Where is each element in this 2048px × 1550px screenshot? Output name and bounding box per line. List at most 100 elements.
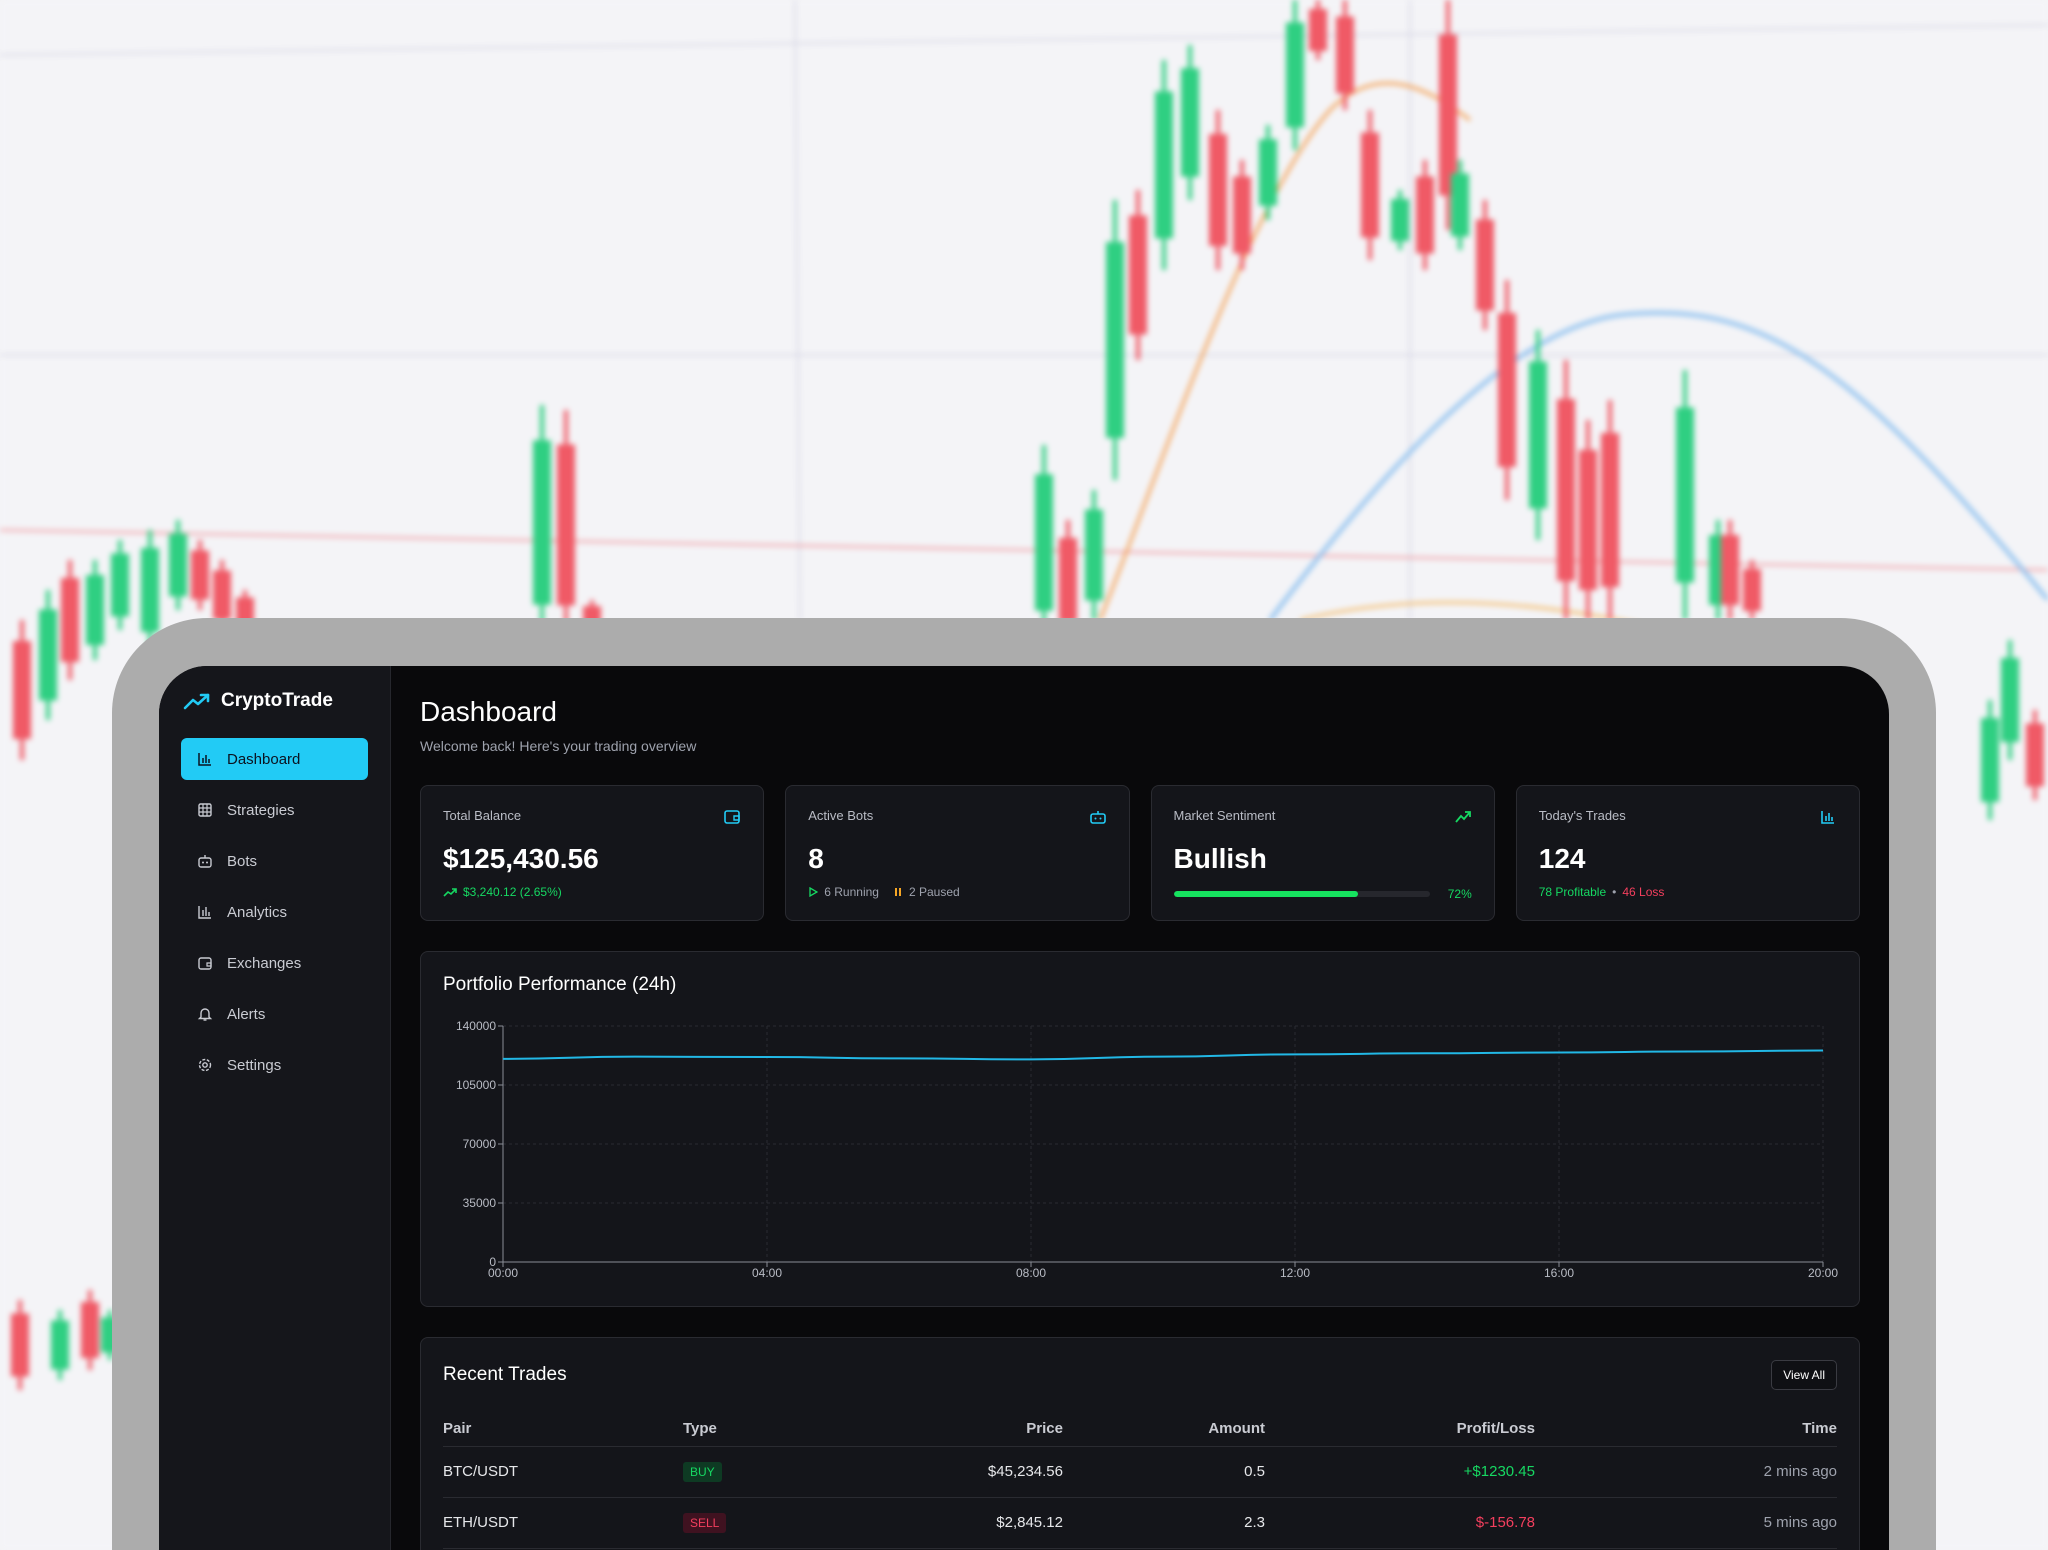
wallet-icon bbox=[724, 810, 741, 824]
trade-price: $45,234.56 bbox=[833, 1446, 1063, 1498]
bots-paused: 2 Paused bbox=[908, 885, 960, 899]
column-header-profit-loss[interactable]: Profit/Loss bbox=[1265, 1412, 1535, 1447]
background-candle-body bbox=[11, 1313, 29, 1377]
background-candle-body bbox=[1059, 538, 1077, 622]
background-candle-body bbox=[1209, 134, 1227, 246]
trade-amount: 0.5 bbox=[1063, 1446, 1265, 1498]
stats-cards: Total Balance $125,430.56 $3,240.12 (2.6… bbox=[420, 785, 1860, 921]
sidebar-item-label: Bots bbox=[227, 852, 258, 870]
background-candle-body bbox=[1309, 9, 1327, 51]
trade-type-badge: SELL bbox=[683, 1513, 727, 1533]
sidebar: CryptoTrade Dashboard Strategies Bots An… bbox=[159, 666, 391, 1550]
wallet-icon bbox=[198, 957, 212, 970]
x-tick-label: 20:00 bbox=[1808, 1266, 1838, 1280]
portfolio-performance-panel: Portfolio Performance (24h) 0 35000 70000 1… bbox=[420, 951, 1860, 1307]
trade-pair: BTC/USDT bbox=[443, 1446, 683, 1498]
card-label: Market Sentiment bbox=[1173, 808, 1276, 823]
sidebar-item-dashboard[interactable]: Dashboard bbox=[181, 738, 368, 780]
bell-icon bbox=[197, 1008, 213, 1021]
column-header-price[interactable]: Price bbox=[833, 1412, 1063, 1447]
sentiment-meter: 72% bbox=[1173, 887, 1472, 901]
card-label: Total Balance bbox=[443, 808, 522, 823]
background-candle-body bbox=[1155, 91, 1173, 239]
background-candle-body bbox=[1336, 16, 1354, 94]
column-header-pair[interactable]: Pair bbox=[443, 1412, 683, 1447]
background-candle-body bbox=[557, 444, 575, 606]
table-row[interactable]: ETH/USDT SELL $2,845.12 2.3 $-156.78 5 m… bbox=[443, 1497, 1837, 1549]
trades-loss: 46 Loss bbox=[1622, 885, 1665, 899]
todays-trades-card[interactable]: Today's Trades 124 78 Profitable • 46 Lo… bbox=[1515, 785, 1860, 921]
balance-change: $3,240.12 (2.65%) bbox=[443, 885, 741, 899]
analytics-icon bbox=[198, 906, 211, 919]
pause-icon bbox=[894, 888, 901, 896]
active-bots-card[interactable]: Active Bots 8 6 Running 2 Paused bbox=[785, 785, 1130, 921]
background-candle-body bbox=[1286, 22, 1304, 128]
card-value: $125,430.56 bbox=[443, 843, 599, 874]
brand-name: CryptoTrade bbox=[221, 690, 333, 711]
trending-up-icon bbox=[1455, 811, 1471, 823]
trade-profit-loss: $-156.78 bbox=[1265, 1497, 1535, 1549]
card-label: Active Bots bbox=[808, 808, 874, 823]
column-header-amount[interactable]: Amount bbox=[1063, 1412, 1265, 1447]
recent-trades-panel: Recent Trades View All Pair Type Price A… bbox=[420, 1337, 1860, 1550]
page-subtitle: Welcome back! Here's your trading overvi… bbox=[420, 738, 697, 754]
background-candle-body bbox=[61, 578, 79, 662]
sidebar-item-alerts[interactable]: Alerts bbox=[181, 993, 368, 1035]
app-window: CryptoTrade Dashboard Strategies Bots An… bbox=[159, 666, 1889, 1550]
background-candle-body bbox=[1981, 718, 1999, 802]
sidebar-item-analytics[interactable]: Analytics bbox=[181, 891, 368, 933]
sentiment-bar-fill bbox=[1173, 891, 1358, 897]
background-candle-body bbox=[1439, 34, 1457, 196]
background-candle-body bbox=[2001, 658, 2019, 742]
column-header-time[interactable]: Time bbox=[1535, 1412, 1837, 1447]
card-value: Bullish bbox=[1173, 843, 1267, 874]
gear-icon bbox=[198, 1058, 212, 1072]
total-balance-card[interactable]: Total Balance $125,430.56 $3,240.12 (2.6… bbox=[420, 785, 765, 921]
background-candle-body bbox=[1259, 139, 1277, 206]
sidebar-item-label: Dashboard bbox=[227, 750, 301, 768]
card-value: 124 bbox=[1538, 843, 1586, 874]
background-candle-body bbox=[1416, 176, 1434, 254]
trade-time: 2 mins ago bbox=[1535, 1446, 1837, 1498]
table-row[interactable]: BTC/USDT BUY $45,234.56 0.5 +$1230.45 2 … bbox=[443, 1446, 1837, 1498]
recent-trades-header: Recent Trades View All bbox=[443, 1360, 1837, 1390]
recent-trades-table: Pair Type Price Amount Profit/Loss Time … bbox=[443, 1412, 1837, 1549]
trades-summary: 78 Profitable • 46 Loss bbox=[1539, 885, 1837, 899]
market-sentiment-card[interactable]: Market Sentiment Bullish 72% bbox=[1150, 785, 1495, 921]
background-candle-body bbox=[1233, 176, 1251, 254]
page-title: Dashboard bbox=[420, 696, 557, 727]
brand[interactable]: CryptoTrade bbox=[181, 688, 368, 714]
bot-status: 6 Running 2 Paused bbox=[808, 885, 1106, 899]
y-tick-label: 70000 bbox=[463, 1137, 497, 1151]
y-tick-label: 140000 bbox=[456, 1019, 496, 1033]
bar-chart-icon bbox=[1821, 811, 1834, 824]
background-candle-body bbox=[1529, 361, 1547, 509]
sidebar-item-strategies[interactable]: Strategies bbox=[181, 789, 368, 831]
trade-type-badge: BUY bbox=[683, 1462, 722, 1482]
sidebar-item-label: Settings bbox=[227, 1056, 282, 1074]
background-candle-body bbox=[1557, 399, 1575, 581]
card-value: 8 bbox=[808, 843, 824, 874]
trending-up-icon bbox=[443, 888, 457, 897]
sidebar-item-exchanges[interactable]: Exchanges bbox=[181, 942, 368, 984]
trades-profitable: 78 Profitable bbox=[1538, 885, 1607, 899]
sidebar-item-bots[interactable]: Bots bbox=[181, 840, 368, 882]
background-candle-body bbox=[1181, 68, 1199, 177]
view-all-button[interactable]: View All bbox=[1771, 1360, 1837, 1390]
column-header-type[interactable]: Type bbox=[683, 1412, 833, 1447]
trade-amount: 2.3 bbox=[1063, 1497, 1265, 1549]
background-candle-body bbox=[1721, 535, 1739, 605]
balance-change-text: $3,240.12 (2.65%) bbox=[463, 885, 562, 899]
sidebar-item-label: Exchanges bbox=[227, 954, 302, 972]
bots-running: 6 Running bbox=[824, 885, 879, 899]
bot-icon bbox=[198, 855, 212, 868]
sidebar-item-label: Strategies bbox=[227, 801, 295, 819]
trade-type-cell: BUY bbox=[683, 1446, 833, 1498]
background-candle-body bbox=[1579, 450, 1597, 590]
sidebar-item-settings[interactable]: Settings bbox=[181, 1044, 368, 1086]
y-tick-label: 35000 bbox=[463, 1196, 497, 1210]
portfolio-line-chart[interactable]: 0350007000010500014000000:00 04:00 08:00 12… bbox=[441, 1012, 1841, 1282]
x-tick-label: 12:00 bbox=[1280, 1266, 1310, 1280]
background-candle-body bbox=[141, 548, 159, 632]
card-label: Today's Trades bbox=[1538, 808, 1626, 823]
